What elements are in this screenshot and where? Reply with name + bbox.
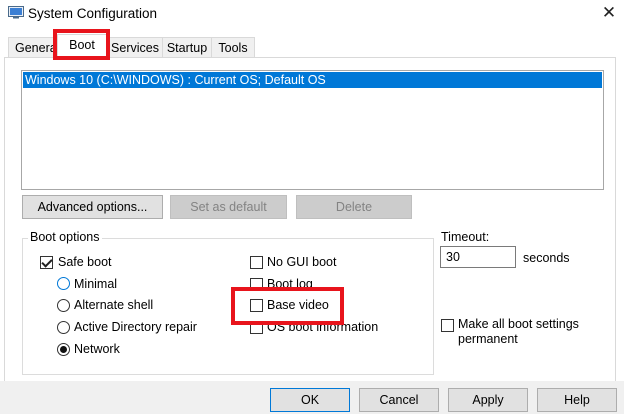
system-config-icon xyxy=(8,6,24,19)
tab-services[interactable]: Services xyxy=(107,37,163,57)
delete-button[interactable]: Delete xyxy=(296,195,412,219)
timeout-input[interactable]: 30 xyxy=(440,246,516,268)
active-directory-repair-radio[interactable] xyxy=(57,321,70,334)
timeout-label: Timeout: xyxy=(441,230,490,244)
list-item[interactable]: Windows 10 (C:\WINDOWS) : Current OS; De… xyxy=(23,72,602,88)
ok-button[interactable]: OK xyxy=(270,388,350,412)
alternate-shell-radio[interactable] xyxy=(57,299,70,312)
tab-tools[interactable]: Tools xyxy=(211,37,255,57)
network-label: Network xyxy=(74,342,120,356)
alternate-shell-label: Alternate shell xyxy=(74,298,154,312)
advanced-options-button[interactable]: Advanced options... xyxy=(22,195,163,219)
set-as-default-button[interactable]: Set as default xyxy=(170,195,287,219)
safe-boot-checkbox[interactable] xyxy=(40,256,53,269)
highlight-boot-tab xyxy=(53,29,110,60)
minimal-radio[interactable] xyxy=(57,277,70,290)
safe-boot-label: Safe boot xyxy=(58,255,112,269)
apply-button[interactable]: Apply xyxy=(448,388,528,412)
no-gui-boot-label: No GUI boot xyxy=(267,255,337,269)
boot-entries-list[interactable]: Windows 10 (C:\WINDOWS) : Current OS; De… xyxy=(21,70,604,190)
tab-startup[interactable]: Startup xyxy=(162,37,212,57)
title-bar: System Configuration ✕ xyxy=(0,0,624,28)
make-permanent-label-line2: permanent xyxy=(458,332,518,346)
boot-options-label: Boot options xyxy=(28,230,102,244)
make-permanent-checkbox[interactable] xyxy=(441,319,454,332)
no-gui-boot-checkbox[interactable] xyxy=(250,256,263,269)
window-title: System Configuration xyxy=(28,6,158,21)
timeout-unit-label: seconds xyxy=(523,251,570,265)
help-button[interactable]: Help xyxy=(537,388,617,412)
active-directory-repair-label: Active Directory repair xyxy=(74,320,197,334)
network-radio[interactable] xyxy=(57,343,70,356)
highlight-base-video xyxy=(231,287,344,325)
close-icon[interactable]: ✕ xyxy=(597,2,621,24)
tab-general[interactable]: Genera xyxy=(8,37,56,57)
minimal-label: Minimal xyxy=(74,277,118,291)
make-permanent-label-line1: Make all boot settings xyxy=(458,317,579,331)
cancel-button[interactable]: Cancel xyxy=(359,388,439,412)
